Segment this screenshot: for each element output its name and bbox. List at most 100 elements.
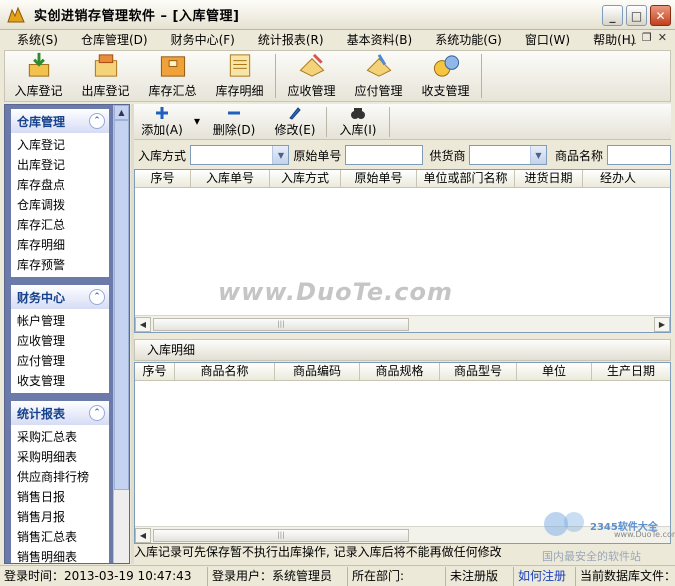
menu-system[interactable]: 系统(S) (0, 31, 64, 48)
login-user: 登录用户：系统管理员 (208, 566, 348, 586)
original-no-input[interactable] (345, 145, 424, 165)
nav-item[interactable]: 销售明细表 (17, 547, 109, 563)
delete-label: 删除(D) (212, 123, 256, 137)
menu-window[interactable]: 窗口(W) (508, 31, 576, 48)
column-header[interactable]: 商品规格 (360, 363, 440, 380)
nav-item[interactable]: 应收管理 (17, 331, 109, 351)
chevron-down-icon[interactable]: ▼ (272, 146, 289, 164)
stock-in-button[interactable]: 入库(I) (327, 104, 389, 140)
product-name-input[interactable] (607, 145, 671, 165)
menu-reports[interactable]: 统计报表(R) (241, 31, 330, 48)
column-header[interactable]: 进货日期 (515, 170, 583, 187)
add-label: 添加(A) (141, 123, 183, 137)
toolbar-receivable-button[interactable]: 应收管理 (278, 51, 345, 101)
income-expense-icon (433, 55, 459, 77)
master-hscrollbar[interactable]: ◀ ||| ▶ (135, 315, 670, 332)
nav-item[interactable]: 出库登记 (17, 155, 109, 175)
nav-item[interactable]: 销售月报 (17, 507, 109, 527)
delete-button[interactable]: 删除(D) (204, 104, 264, 140)
toolbar-label: 收支管理 (421, 84, 470, 98)
close-button[interactable]: ✕ (650, 5, 671, 26)
receivable-icon (299, 53, 324, 77)
toolbar-stock-out-button[interactable]: 出库登记 (72, 51, 139, 101)
nav-item[interactable]: 采购汇总表 (17, 427, 109, 447)
scroll-right-icon[interactable]: ▶ (654, 316, 670, 332)
toolbar-label: 出库登记 (81, 84, 130, 98)
maximize-button[interactable]: □ (626, 5, 647, 26)
scroll-left-icon[interactable]: ◀ (135, 316, 151, 332)
menu-functions[interactable]: 系统功能(G) (418, 31, 508, 48)
nav-item[interactable]: 销售汇总表 (17, 527, 109, 547)
supplier-select[interactable]: ▼ (469, 145, 547, 165)
database-file: 当前数据库文件： (580, 568, 675, 583)
toolbar-payable-button[interactable]: 应付管理 (345, 51, 412, 101)
toolbar-label: 库存汇总 (148, 84, 197, 98)
nav-group-header[interactable]: 统计报表 ⌃ (11, 401, 109, 425)
master-grid[interactable]: 序号 入库单号 入库方式 原始单号 单位或部门名称 进货日期 经办人 ◀ |||… (134, 169, 671, 333)
column-header[interactable]: 商品名称 (175, 363, 275, 380)
column-header[interactable]: 序号 (135, 363, 175, 380)
column-header[interactable]: 单位 (517, 363, 592, 380)
minimize-button[interactable]: _ (602, 5, 623, 26)
nav-group-warehouse: 仓库管理 ⌃ 入库登记 出库登记 库存盘点 仓库调拨 库存汇总 库存明细 库存预… (11, 109, 109, 277)
scroll-thumb[interactable] (114, 120, 129, 490)
left-nav-panel: 仓库管理 ⌃ 入库登记 出库登记 库存盘点 仓库调拨 库存汇总 库存明细 库存预… (4, 104, 130, 564)
add-dropdown-button[interactable]: ▾ (190, 104, 204, 140)
scroll-up-icon[interactable]: ▲ (114, 105, 129, 120)
mdi-restore-button[interactable]: ❐ (642, 31, 652, 44)
toolbar-stock-detail-button[interactable]: 库存明细 (206, 51, 273, 101)
sidebar-scrollbar[interactable]: ▲ (113, 105, 129, 563)
toolbar-stock-summary-button[interactable]: 库存汇总 (139, 51, 206, 101)
registration-status: 未注册版 (446, 566, 514, 586)
column-header[interactable]: 经办人 (583, 170, 653, 187)
column-header[interactable]: 单位或部门名称 (417, 170, 515, 187)
edit-button[interactable]: 修改(E) (264, 104, 326, 140)
menu-basic-data[interactable]: 基本资料(B) (330, 31, 419, 48)
mdi-close-button[interactable]: ✕ (658, 31, 667, 44)
nav-item[interactable]: 采购明细表 (17, 447, 109, 467)
toolbar-label: 库存明细 (215, 84, 264, 98)
scroll-left-icon[interactable]: ◀ (135, 527, 151, 543)
column-header[interactable]: 序号 (135, 170, 191, 187)
column-header[interactable]: 生产日期 (592, 363, 670, 380)
column-header[interactable]: 商品编码 (275, 363, 360, 380)
nav-group-reports: 统计报表 ⌃ 采购汇总表 采购明细表 供应商排行榜 销售日报 销售月报 销售汇总… (11, 401, 109, 563)
menu-finance[interactable]: 财务中心(F) (154, 31, 241, 48)
edit-label: 修改(E) (274, 123, 316, 137)
status-bar: 登录时间：2013-03-19 10:47:43 登录用户：系统管理员 所在部门… (0, 565, 675, 586)
method-select[interactable]: ▼ (190, 145, 290, 165)
nav-group-title: 仓库管理 (17, 114, 66, 129)
mdi-minimize-button[interactable]: _ (630, 31, 636, 44)
nav-item[interactable]: 入库登记 (17, 135, 109, 155)
column-header[interactable]: 入库方式 (270, 170, 341, 187)
chevron-down-icon[interactable]: ▼ (529, 146, 546, 164)
nav-item[interactable]: 仓库调拨 (17, 195, 109, 215)
how-to-register-link[interactable]: 如何注册 (514, 566, 576, 586)
nav-item[interactable]: 销售日报 (17, 487, 109, 507)
toolbar-income-expense-button[interactable]: 收支管理 (412, 51, 479, 101)
nav-group-header[interactable]: 财务中心 ⌃ (11, 285, 109, 309)
nav-item[interactable]: 帐户管理 (17, 311, 109, 331)
column-header[interactable]: 入库单号 (191, 170, 270, 187)
nav-item[interactable]: 供应商排行榜 (17, 467, 109, 487)
collapse-chevron-icon[interactable]: ⌃ (89, 289, 105, 305)
nav-item[interactable]: 库存明细 (17, 235, 109, 255)
nav-item[interactable]: 应付管理 (17, 351, 109, 371)
login-time: 登录时间：2013-03-19 10:47:43 (0, 566, 208, 586)
nav-item[interactable]: 收支管理 (17, 371, 109, 391)
collapse-chevron-icon[interactable]: ⌃ (89, 113, 105, 129)
toolbar-stock-in-button[interactable]: 入库登记 (5, 51, 72, 101)
nav-item[interactable]: 库存盘点 (17, 175, 109, 195)
column-header[interactable]: 商品型号 (440, 363, 517, 380)
nav-item[interactable]: 库存预警 (17, 255, 109, 275)
nav-item[interactable]: 库存汇总 (17, 215, 109, 235)
scroll-thumb[interactable]: ||| (153, 317, 409, 331)
scroll-thumb[interactable]: ||| (153, 528, 409, 542)
original-no-label: 原始单号 (293, 148, 342, 163)
add-button[interactable]: 添加(A) (134, 104, 190, 140)
nav-group-header[interactable]: 仓库管理 ⌃ (11, 109, 109, 133)
menu-warehouse[interactable]: 仓库管理(D) (64, 31, 154, 48)
toolbar-label: 应收管理 (287, 84, 336, 98)
column-header[interactable]: 原始单号 (341, 170, 417, 187)
collapse-chevron-icon[interactable]: ⌃ (89, 405, 105, 421)
